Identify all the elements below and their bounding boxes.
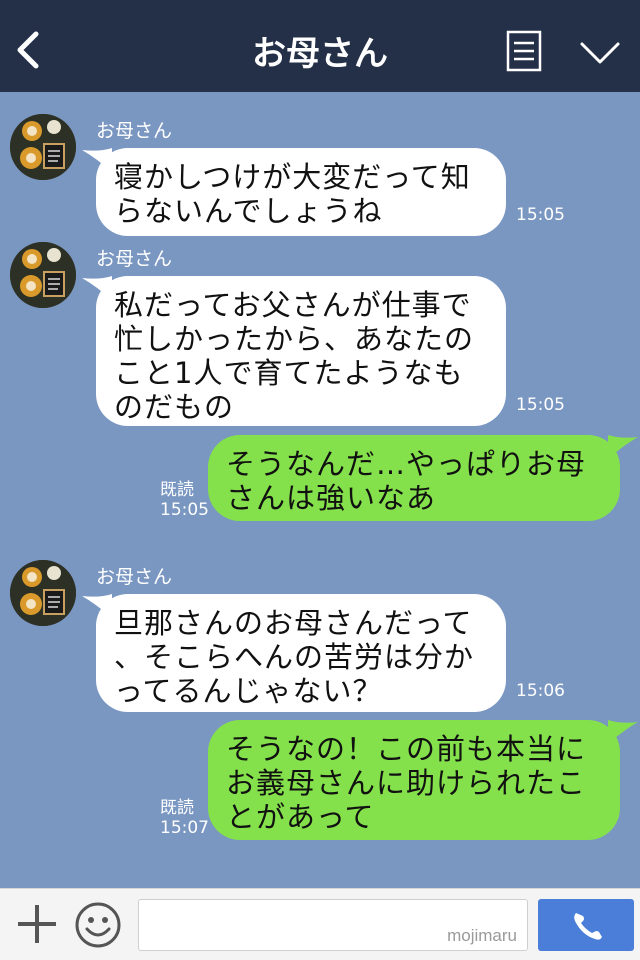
watermark: mojimaru — [447, 926, 517, 945]
input-bar: mojimaru — [0, 888, 640, 960]
plus-icon — [18, 905, 56, 943]
emoji-button[interactable] — [74, 901, 122, 949]
message-bubble-incoming[interactable]: 旦那さんのお母さんだって 、そこらへんの苦労は分か ってるんじゃない？ — [96, 594, 506, 712]
message-list[interactable]: お母さん 寝かしつけが大変だって知 らないんでしょうね 15:05 お母さん 私… — [0, 92, 640, 888]
read-receipt: 既読 15:05 — [160, 480, 209, 520]
message-bubble-incoming[interactable]: 私だってお父さんが仕事で 忙しかったから、あなたの こと1人で育てたようなも の… — [96, 276, 506, 426]
note-list-button[interactable] — [506, 30, 542, 72]
message-time: 15:07 — [160, 818, 209, 838]
read-label: 既読 — [160, 480, 194, 500]
message-time: 15:05 — [160, 500, 209, 520]
call-button[interactable] — [538, 899, 634, 951]
message-bubble-outgoing[interactable]: そうなんだ…やっぱりお母 さんは強いなあ — [208, 435, 620, 521]
message-input[interactable]: mojimaru — [138, 899, 528, 951]
smiley-icon — [75, 902, 121, 948]
message-time: 15:06 — [516, 681, 565, 701]
message-time: 15:05 — [516, 205, 565, 225]
more-options-button[interactable] — [578, 38, 622, 68]
avatar[interactable] — [10, 242, 76, 308]
chat-header: お母さん — [0, 0, 640, 92]
phone-icon — [574, 913, 602, 940]
note-list-icon — [506, 30, 542, 72]
sender-name: お母さん — [96, 248, 173, 270]
avatar-image — [10, 560, 76, 626]
read-label: 既読 — [160, 798, 194, 818]
avatar[interactable] — [10, 560, 76, 626]
sender-name: お母さん — [96, 120, 173, 142]
message-bubble-outgoing[interactable]: そうなの！この前も本当に お義母さんに助けられたこ とがあって — [208, 720, 620, 840]
chat-title: お母さん — [252, 34, 388, 74]
chevron-down-icon — [580, 42, 620, 64]
avatar-image — [10, 242, 76, 308]
avatar[interactable] — [10, 114, 76, 180]
message-time: 15:05 — [516, 395, 565, 415]
add-button[interactable] — [16, 903, 58, 945]
message-bubble-incoming[interactable]: 寝かしつけが大変だって知 らないんでしょうね — [96, 148, 506, 236]
read-receipt: 既読 15:07 — [160, 798, 209, 838]
avatar-image — [10, 114, 76, 180]
sender-name: お母さん — [96, 566, 173, 588]
